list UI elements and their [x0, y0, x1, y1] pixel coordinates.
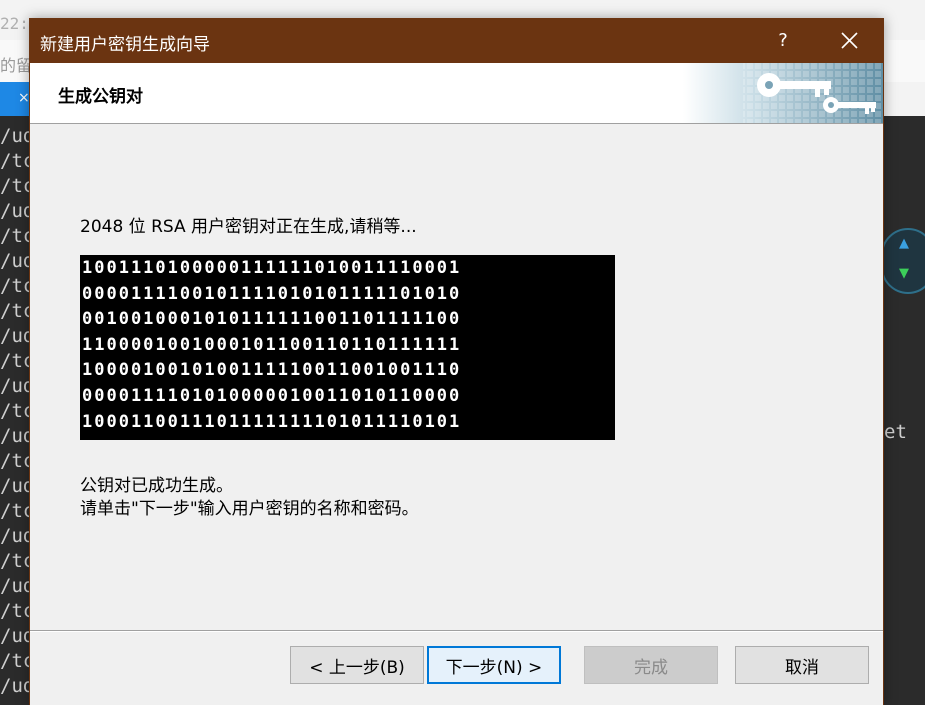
- completion-message: 公钥对已成功生成。 请单击"下一步"输入用户密钥的名称和密码。: [80, 475, 419, 521]
- close-button[interactable]: [826, 18, 872, 63]
- tab-close-icon[interactable]: ×: [18, 90, 30, 106]
- background-strip-text: 的留: [0, 56, 33, 75]
- bit-row: 1001110100000111111010011110001: [82, 258, 462, 278]
- scroll-nav-widget[interactable]: ▲ ▼: [881, 228, 925, 294]
- keys-banner-icon: [683, 63, 883, 123]
- bit-row: 1100001001000101100110110111111: [82, 334, 462, 355]
- next-button[interactable]: 下一步(N) >: [427, 646, 561, 684]
- background-active-tab[interactable]: ×: [0, 82, 30, 116]
- cancel-button[interactable]: 取消: [735, 646, 869, 684]
- step-title: 生成公钥对: [58, 87, 143, 107]
- help-button[interactable]: ?: [765, 18, 801, 63]
- terminal-right-text: et: [884, 421, 907, 443]
- back-button[interactable]: < 上一步(B): [290, 646, 424, 684]
- wizard-content: 2048 位 RSA 用户密钥对正在生成,请稍等... 100111010000…: [30, 124, 883, 630]
- finish-button: 完成: [584, 646, 718, 684]
- wizard-header: 生成公钥对: [30, 63, 883, 124]
- completion-line-1: 公钥对已成功生成。: [80, 476, 233, 496]
- key-bit-display: 1001110100000111111010011110001 000011110…: [80, 255, 615, 440]
- dialog-titlebar[interactable]: 新建用户密钥生成向导 ?: [30, 18, 883, 63]
- arrow-down-icon[interactable]: ▼: [899, 266, 909, 281]
- background-time-text: 22:: [0, 14, 29, 33]
- arrow-up-icon[interactable]: ▲: [899, 236, 909, 251]
- close-icon[interactable]: [826, 18, 872, 63]
- bit-row: 0000111101010000010011010110000: [82, 386, 462, 406]
- dialog-title: 新建用户密钥生成向导: [40, 35, 210, 55]
- key-wizard-dialog: 新建用户密钥生成向导 ? 生成公钥对 2048 位 RSA 用户密钥对正在生成,…: [29, 18, 884, 705]
- completion-line-2: 请单击"下一步"输入用户密钥的名称和密码。: [80, 499, 419, 519]
- bit-row: 0010010001010111111001101111100: [82, 309, 462, 330]
- bit-row: 1000110011101111111101011110101: [82, 411, 462, 432]
- bit-row: 0000111100101111010101111101010: [82, 283, 462, 304]
- background-right-strip: [882, 82, 925, 118]
- footer-divider-highlight: [30, 631, 883, 632]
- generation-status-text: 2048 位 RSA 用户密钥对正在生成,请稍等...: [80, 217, 417, 237]
- bit-row: 1000010010100111110011001001110: [82, 360, 462, 381]
